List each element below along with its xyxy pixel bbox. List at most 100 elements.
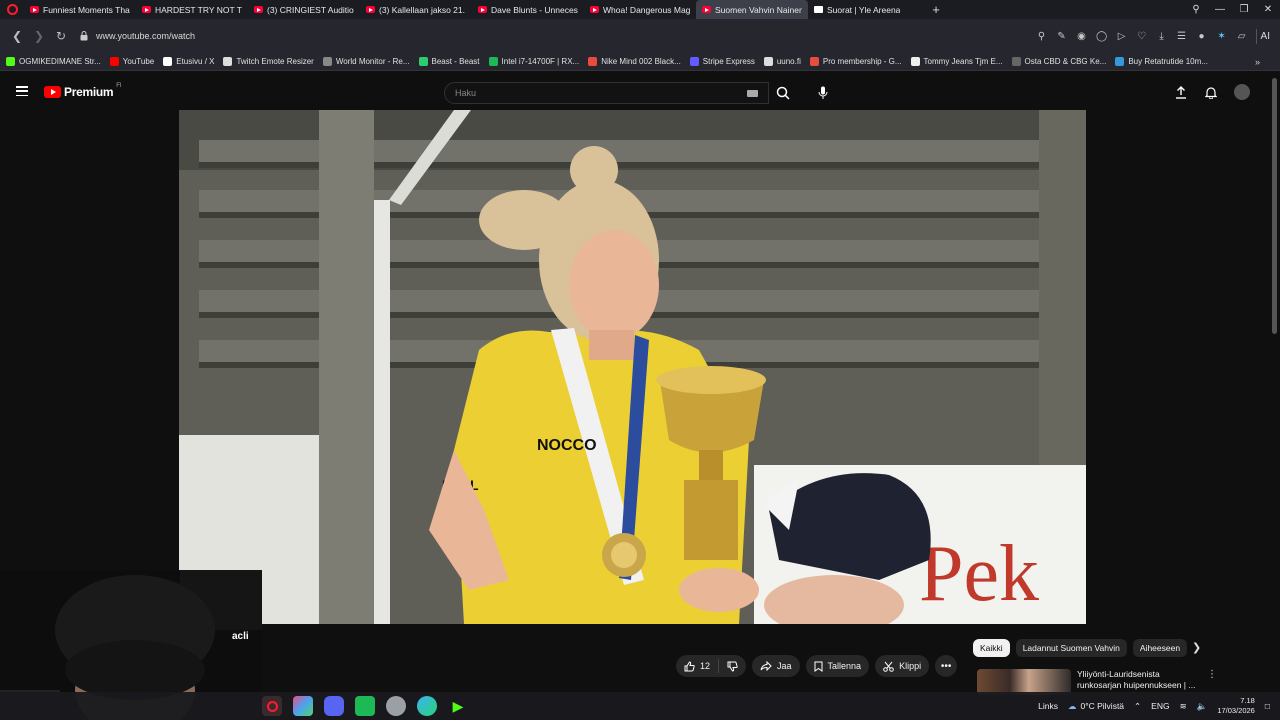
bookmark-item[interactable]: YouTube xyxy=(109,57,154,66)
play-icon[interactable]: ▷ xyxy=(1112,31,1132,42)
chevron-up-icon[interactable]: ⌃ xyxy=(1134,701,1141,712)
voice-search-button[interactable] xyxy=(811,82,835,104)
camera-icon[interactable]: ◉ xyxy=(1072,31,1092,42)
bookmark-favicon-icon xyxy=(6,57,15,66)
like-button[interactable]: 12 xyxy=(676,655,718,677)
page-scrollbar[interactable] xyxy=(1268,72,1280,692)
youtube-icon xyxy=(254,6,263,13)
edge-taskbar-icon[interactable] xyxy=(417,696,437,716)
keyboard-icon[interactable] xyxy=(747,89,758,97)
chevron-right-icon[interactable]: ❯ xyxy=(1192,641,1201,654)
bookmarks-overflow-icon[interactable]: » xyxy=(1255,57,1260,67)
bookmark-favicon-icon xyxy=(588,57,598,66)
search-tabs-icon[interactable]: ⚲ xyxy=(1184,4,1208,15)
notifications-button[interactable] xyxy=(1204,82,1218,102)
notifications-icon[interactable]: □ xyxy=(1265,701,1270,711)
bookmark-item[interactable]: OGMIKEDIMANE Str... xyxy=(6,57,101,66)
clip-button[interactable]: Klippi xyxy=(875,655,930,677)
opera-logo-icon[interactable] xyxy=(0,0,24,19)
bookmark-item[interactable]: Nike Mind 002 Black... xyxy=(588,57,681,66)
links-toolbar[interactable]: Links xyxy=(1038,701,1058,711)
search-input[interactable]: Haku xyxy=(444,82,769,104)
chip-uploader[interactable]: Ladannut Suomen Vahvin xyxy=(1015,639,1127,657)
system-tray: Links ☁ 0°C Pilvistä ⌃ ENG ≋ 🔈 7.18 17/0… xyxy=(1038,692,1280,720)
browser-tab[interactable]: (3) CRINGIEST Auditions! xyxy=(248,0,360,19)
bookmark-favicon-icon xyxy=(763,57,773,66)
search-button[interactable] xyxy=(769,82,797,104)
paint-taskbar-icon[interactable] xyxy=(293,696,313,716)
profile-icon[interactable]: ● xyxy=(1192,31,1212,42)
chip-related[interactable]: Aiheeseen xyxy=(1132,639,1188,657)
like-dislike-group: 12 xyxy=(676,655,747,677)
bookmark-favicon-icon xyxy=(418,57,428,66)
hamburger-menu-icon[interactable] xyxy=(16,86,28,96)
shield-taskbar-icon[interactable] xyxy=(386,696,406,716)
header-actions xyxy=(1174,82,1250,102)
heart-icon[interactable]: ♡ xyxy=(1132,31,1152,42)
save-button[interactable]: Tallenna xyxy=(805,655,870,677)
url-field[interactable]: www.youtube.com/watch xyxy=(72,24,1032,48)
bookmark-item[interactable]: Stripe Express xyxy=(689,57,755,66)
ai-button[interactable]: AI xyxy=(1255,28,1274,44)
menu-icon[interactable]: ☰ xyxy=(1172,31,1192,42)
new-tab-button[interactable]: + xyxy=(928,2,944,18)
opera-taskbar-icon[interactable] xyxy=(262,696,282,716)
extension-icon[interactable]: ✶ xyxy=(1212,31,1232,42)
reload-icon[interactable]: ↻ xyxy=(50,25,72,47)
volume-icon[interactable]: 🔈 xyxy=(1197,701,1208,712)
bookmark-item[interactable]: Tommy Jeans Tjm E... xyxy=(910,57,1003,66)
bookmark-icon xyxy=(814,661,823,672)
chip-all[interactable]: Kaikki xyxy=(973,639,1010,657)
scrollbar-thumb[interactable] xyxy=(1272,78,1277,334)
close-icon[interactable]: ✕ xyxy=(1256,4,1280,15)
browser-tab[interactable]: (3) Kallellaan jakso 21. Min xyxy=(360,0,472,19)
youtube-premium-logo[interactable]: Premium FI xyxy=(44,83,122,99)
dislike-button[interactable] xyxy=(719,655,746,677)
weather-widget[interactable]: ☁ 0°C Pilvistä xyxy=(1068,701,1124,712)
forward-icon[interactable]: ❯ xyxy=(28,25,50,47)
search-icon xyxy=(776,86,790,100)
browser-tab[interactable]: Whoa! Dangerous Magic xyxy=(584,0,696,19)
more-actions-button[interactable]: ••• xyxy=(935,655,958,677)
bookmark-item[interactable]: Beast - Beast xyxy=(418,57,480,66)
wifi-icon[interactable]: ≋ xyxy=(1180,701,1187,712)
upload-button[interactable] xyxy=(1174,82,1188,102)
maximize-icon[interactable]: ❐ xyxy=(1232,4,1256,15)
bookmark-item[interactable]: uuno.fi xyxy=(763,57,801,66)
cube-icon[interactable]: ▱ xyxy=(1232,31,1252,42)
bookmark-item[interactable]: Twitch Emote Resizer xyxy=(223,57,314,66)
bookmarks-bar: OGMIKEDIMANE Str... YouTube Etusivu / X Twi… xyxy=(0,53,1280,71)
edit-icon[interactable]: ✎ xyxy=(1052,31,1072,42)
language-indicator[interactable]: ENG xyxy=(1151,701,1169,711)
browser-tab[interactable]: HARDEST TRY NOT TO LA xyxy=(136,0,248,19)
clock[interactable]: 7.18 17/03/2026 xyxy=(1217,696,1255,716)
discord-taskbar-icon[interactable] xyxy=(324,696,344,716)
minimize-icon[interactable]: — xyxy=(1208,4,1232,15)
bookmark-item[interactable]: Etusivu / X xyxy=(163,57,214,66)
bookmark-item[interactable]: World Monitor - Re... xyxy=(322,57,410,66)
browser-tab[interactable]: Dave Blunts - Unnecessar xyxy=(472,0,584,19)
browser-tab[interactable]: Funniest Moments That M xyxy=(24,0,136,19)
bookmark-item[interactable]: Pro membership - G... xyxy=(809,57,902,66)
bookmark-item[interactable]: Buy Retatrutide 10m... xyxy=(1115,57,1208,66)
adblock-icon[interactable]: ◯ xyxy=(1092,31,1112,42)
bookmark-item[interactable]: Osta CBD & CBG Ke... xyxy=(1011,57,1106,66)
browser-tab[interactable]: Suorat | Yle Areena xyxy=(808,0,920,19)
bookmark-item[interactable]: Intel i7-14700F | RX... xyxy=(488,57,579,66)
video-player[interactable]: Pek NOCCO ETRL xyxy=(179,110,1086,624)
share-icon xyxy=(760,661,772,671)
recommendation-filter-chips: Kaikki Ladannut Suomen Vahvin Aiheeseen xyxy=(973,639,1188,657)
more-horizontal-icon: ••• xyxy=(940,660,952,672)
channel-name-fragment: acli xyxy=(232,631,249,642)
browser-tab-active[interactable]: Suomen Vahvin Nainen 20 xyxy=(696,0,808,19)
kick-taskbar-icon[interactable]: ▶ xyxy=(448,696,468,716)
back-icon[interactable]: ❮ xyxy=(6,25,28,47)
address-bar-tools: ⚲ ✎ ◉ ◯ ▷ ♡ ⤓ ☰ ● ✶ ▱ xyxy=(1032,31,1252,42)
spotify-style-taskbar-icon[interactable] xyxy=(355,696,375,716)
zoom-icon[interactable]: ⚲ xyxy=(1032,31,1052,42)
youtube-icon xyxy=(702,6,711,13)
share-button[interactable]: Jaa xyxy=(752,655,800,677)
bookmark-favicon-icon xyxy=(223,57,233,66)
avatar[interactable] xyxy=(1234,84,1250,100)
download-icon[interactable]: ⤓ xyxy=(1152,31,1172,42)
